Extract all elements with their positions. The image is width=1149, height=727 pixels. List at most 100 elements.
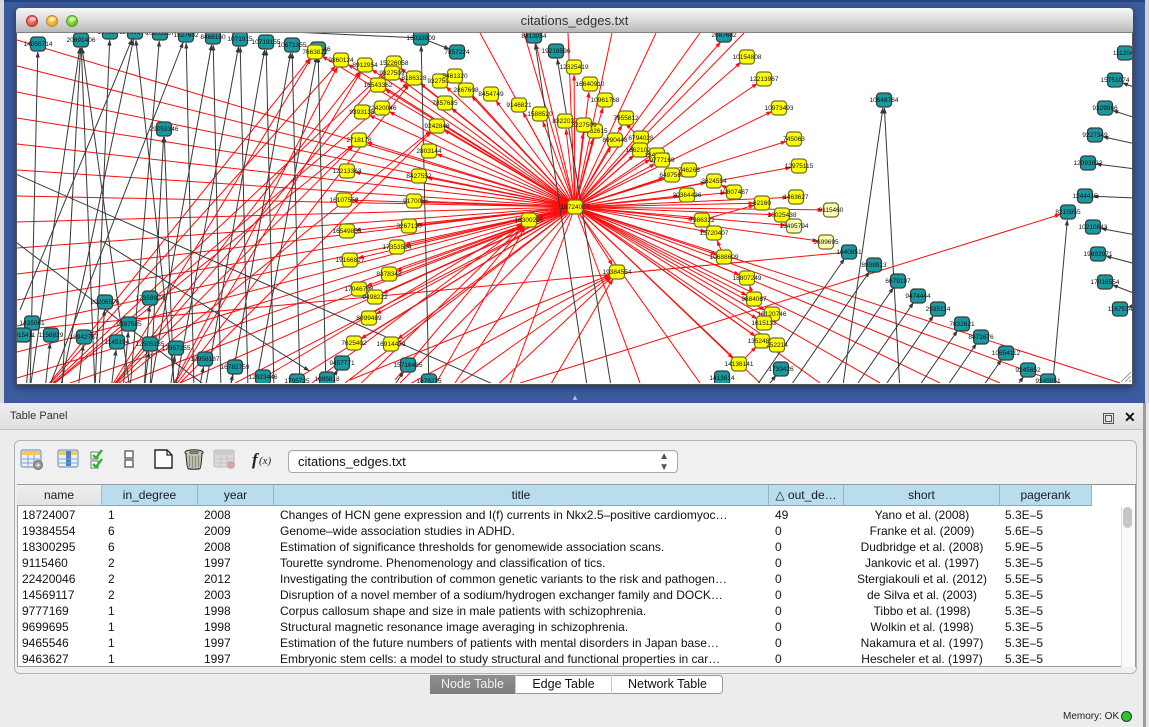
svg-text:917006: 917006 bbox=[403, 198, 425, 205]
svg-text:9227349: 9227349 bbox=[1082, 132, 1108, 139]
svg-text:16033809: 16033809 bbox=[407, 35, 436, 42]
svg-text:8099489: 8099489 bbox=[356, 315, 382, 322]
svg-text:8912954: 8912954 bbox=[352, 62, 378, 69]
svg-text:10671355: 10671355 bbox=[278, 42, 307, 49]
svg-text:17353594: 17353594 bbox=[383, 244, 412, 251]
svg-text:2803144: 2803144 bbox=[416, 148, 442, 155]
svg-text:1678275: 1678275 bbox=[416, 378, 442, 383]
svg-text:1145194: 1145194 bbox=[105, 339, 130, 346]
svg-text:10961768: 10961768 bbox=[591, 97, 620, 104]
svg-text:9699695: 9699695 bbox=[813, 239, 839, 246]
svg-text:9329966: 9329966 bbox=[1092, 105, 1118, 112]
svg-text:6794028: 6794028 bbox=[628, 135, 654, 142]
svg-text:2935114: 2935114 bbox=[926, 306, 951, 313]
svg-text:1615132: 1615132 bbox=[751, 320, 777, 327]
svg-text:12942757: 12942757 bbox=[70, 334, 99, 341]
svg-text:8186328: 8186328 bbox=[401, 75, 427, 82]
svg-text:252214: 252214 bbox=[766, 342, 788, 349]
svg-text:745063: 745063 bbox=[783, 136, 805, 143]
svg-text:1167534: 1167534 bbox=[1108, 306, 1132, 313]
svg-text:10025438: 10025438 bbox=[768, 212, 797, 219]
svg-text:17359924: 17359924 bbox=[136, 295, 165, 302]
svg-text:20691406: 20691406 bbox=[67, 37, 96, 44]
svg-text:12505135: 12505135 bbox=[136, 341, 165, 348]
svg-text:9146821: 9146821 bbox=[506, 102, 532, 109]
svg-text:10853267: 10853267 bbox=[146, 33, 175, 37]
svg-text:7857685: 7857685 bbox=[432, 100, 458, 107]
svg-text:7955812: 7955812 bbox=[613, 115, 639, 122]
svg-text:10973493: 10973493 bbox=[765, 105, 794, 112]
svg-text:19166827: 19166827 bbox=[336, 257, 365, 264]
svg-text:15751074: 15751074 bbox=[1101, 77, 1130, 84]
svg-text:15716485: 15716485 bbox=[394, 362, 423, 369]
svg-text:7632621: 7632621 bbox=[949, 321, 975, 328]
svg-text:10654112: 10654112 bbox=[992, 350, 1021, 357]
svg-text:3267130: 3267130 bbox=[396, 223, 422, 230]
svg-text:12213967: 12213967 bbox=[750, 76, 779, 83]
svg-text:20206576: 20206576 bbox=[91, 299, 120, 306]
svg-text:1640951: 1640951 bbox=[836, 249, 862, 256]
svg-text:7857224: 7857224 bbox=[444, 49, 470, 56]
svg-text:8813054: 8813054 bbox=[521, 33, 547, 40]
svg-text:8938913: 8938913 bbox=[861, 262, 887, 269]
svg-text:9457771: 9457771 bbox=[329, 360, 355, 367]
svg-text:1095818: 1095818 bbox=[314, 376, 340, 383]
svg-text:9245652: 9245652 bbox=[1015, 367, 1041, 374]
svg-text:5461320: 5461320 bbox=[442, 73, 468, 80]
svg-text:18300295: 18300295 bbox=[515, 217, 544, 224]
svg-text:3624554: 3624554 bbox=[701, 178, 727, 185]
svg-text:1733426: 1733426 bbox=[768, 366, 794, 373]
svg-text:8215955: 8215955 bbox=[1055, 209, 1081, 216]
svg-text:9474444: 9474444 bbox=[905, 293, 931, 300]
svg-text:1795725: 1795725 bbox=[284, 378, 310, 383]
svg-text:9245051: 9245051 bbox=[1035, 378, 1061, 383]
svg-text:9684067: 9684067 bbox=[741, 296, 767, 303]
svg-text:19384554: 19384554 bbox=[603, 269, 632, 276]
svg-text:8471676: 8471676 bbox=[968, 334, 994, 341]
svg-text:8427552: 8427552 bbox=[406, 173, 432, 180]
svg-text:10210643: 10210643 bbox=[1079, 224, 1108, 231]
svg-text:8378342: 8378342 bbox=[376, 271, 402, 278]
svg-text:10958187: 10958187 bbox=[191, 356, 220, 363]
svg-text:18724007: 18724007 bbox=[561, 204, 590, 211]
svg-text:3227509: 3227509 bbox=[571, 122, 597, 129]
svg-text:9242848: 9242848 bbox=[424, 123, 450, 130]
svg-text:7986322: 7986322 bbox=[689, 217, 715, 224]
svg-text:16543362: 16543362 bbox=[364, 82, 393, 89]
svg-text:746266: 746266 bbox=[678, 167, 700, 174]
svg-text:17016554: 17016554 bbox=[1091, 279, 1120, 286]
svg-text:19692971: 19692971 bbox=[1084, 251, 1113, 258]
svg-text:16914479: 16914479 bbox=[377, 341, 406, 348]
svg-text:8454749: 8454749 bbox=[478, 91, 504, 98]
svg-text:1588520: 1588520 bbox=[527, 111, 553, 118]
svg-text:1244415: 1244415 bbox=[1072, 193, 1098, 200]
svg-text:8990448: 8990448 bbox=[602, 137, 628, 144]
svg-text:1071915: 1071915 bbox=[227, 36, 253, 43]
svg-text:9115460: 9115460 bbox=[819, 207, 844, 214]
svg-text:10719155: 10719155 bbox=[252, 39, 281, 46]
svg-text:16549855: 16549855 bbox=[333, 228, 362, 235]
svg-text:1527602: 1527602 bbox=[173, 33, 199, 39]
svg-text:10807487: 10807487 bbox=[720, 189, 749, 196]
svg-text:3915411: 3915411 bbox=[17, 332, 36, 339]
svg-text:7625402: 7625402 bbox=[341, 340, 367, 347]
svg-text:20364436: 20364436 bbox=[673, 192, 702, 199]
svg-text:1435061: 1435061 bbox=[19, 320, 45, 327]
svg-text:62160: 62160 bbox=[753, 200, 771, 207]
svg-text:12325419: 12325419 bbox=[560, 64, 589, 71]
svg-text:16107552: 16107552 bbox=[330, 197, 359, 204]
svg-text:29053346: 29053346 bbox=[150, 126, 179, 133]
svg-text:15720407: 15720407 bbox=[700, 230, 729, 237]
svg-text:8466160: 8466160 bbox=[200, 34, 226, 41]
svg-text:9397585: 9397585 bbox=[116, 321, 142, 328]
svg-text:9777169: 9777169 bbox=[649, 157, 675, 164]
svg-text:18807249: 18807249 bbox=[733, 275, 762, 282]
svg-text:12213363: 12213363 bbox=[333, 168, 362, 175]
svg-text:1156829: 1156829 bbox=[39, 332, 64, 339]
svg-text:17957255: 17957255 bbox=[162, 345, 191, 352]
svg-text:12923446: 12923446 bbox=[249, 374, 278, 381]
svg-text:9498222: 9498222 bbox=[362, 294, 388, 301]
svg-text:16640910: 16640910 bbox=[576, 81, 605, 88]
svg-text:16782759: 16782759 bbox=[221, 364, 250, 371]
svg-text:1905571: 1905571 bbox=[97, 33, 123, 36]
